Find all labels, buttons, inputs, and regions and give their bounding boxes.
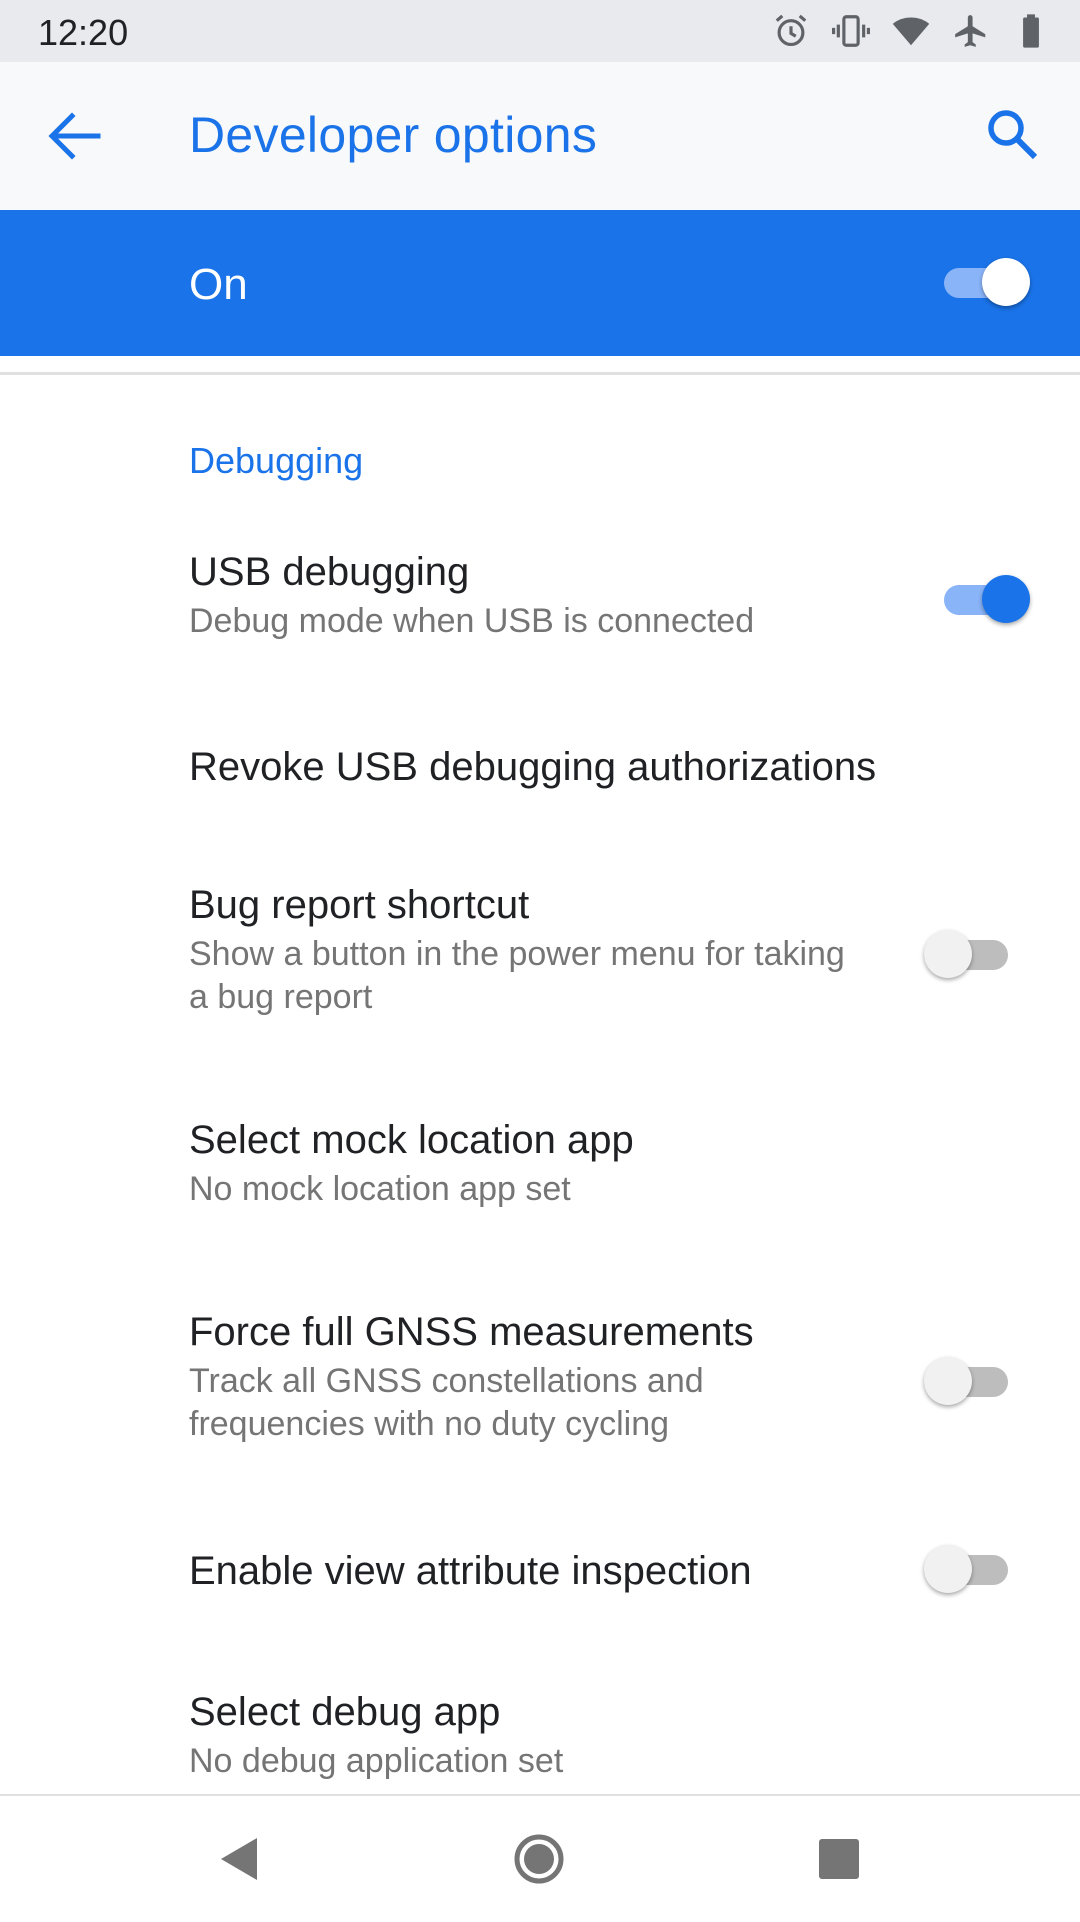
pref-select-debug-app[interactable]: Select debug app No debug application se… xyxy=(189,1688,909,1783)
status-icons xyxy=(772,12,1050,50)
nav-home-button[interactable] xyxy=(512,1832,566,1886)
arrow-back-icon xyxy=(48,112,101,160)
pref-summary: Track all GNSS constellations and freque… xyxy=(189,1362,704,1443)
pref-title: Revoke USB debugging authorizations xyxy=(189,745,877,789)
master-switch-toggle[interactable] xyxy=(944,256,1030,308)
pref-summary: Show a button in the power menu for taki… xyxy=(189,935,845,1016)
switch-thumb xyxy=(924,1357,972,1405)
master-switch-label: On xyxy=(189,260,248,309)
pref-title: Select mock location app xyxy=(189,1118,634,1162)
switch-thumb xyxy=(982,575,1030,623)
pref-bug-report-shortcut[interactable]: Bug report shortcut Show a button in the… xyxy=(189,881,909,1019)
switch-thumb xyxy=(924,930,972,978)
pref-force-full-gnss[interactable]: Force full GNSS measurements Track all G… xyxy=(189,1308,909,1446)
alarm-icon xyxy=(772,12,810,50)
pref-revoke-usb-authorizations[interactable]: Revoke USB debugging authorizations xyxy=(189,743,909,791)
bug-report-shortcut-switch[interactable] xyxy=(924,928,1010,980)
status-bar: 12:20 xyxy=(0,0,1080,62)
nav-back-icon xyxy=(221,1838,257,1880)
usb-debugging-switch[interactable] xyxy=(944,573,1030,625)
pref-title: Enable view attribute inspection xyxy=(189,1549,752,1593)
pref-view-attribute-inspection[interactable]: Enable view attribute inspection xyxy=(189,1547,909,1595)
page-title: Developer options xyxy=(189,107,598,163)
pref-summary: No debug application set xyxy=(189,1742,564,1780)
wifi-icon xyxy=(892,12,930,50)
divider xyxy=(0,372,1080,375)
pref-title: USB debugging xyxy=(189,550,470,594)
pref-title: Force full GNSS measurements xyxy=(189,1310,754,1354)
pref-title: Bug report shortcut xyxy=(189,883,530,927)
navigation-bar xyxy=(0,1794,1080,1922)
airplane-icon xyxy=(952,12,990,50)
pref-summary: Debug mode when USB is connected xyxy=(189,602,755,640)
view-attribute-inspection-switch[interactable] xyxy=(924,1543,1010,1595)
status-time: 12:20 xyxy=(38,12,129,53)
vibrate-icon xyxy=(832,12,870,50)
nav-recents-icon xyxy=(819,1839,859,1879)
master-switch-bar[interactable]: On xyxy=(0,210,1080,356)
pref-select-mock-location-app[interactable]: Select mock location app No mock locatio… xyxy=(189,1116,909,1211)
nav-back-button[interactable] xyxy=(211,1832,265,1886)
back-button[interactable] xyxy=(44,108,104,164)
section-header-debugging: Debugging xyxy=(189,440,364,481)
switch-thumb xyxy=(982,258,1030,306)
pref-summary: No mock location app set xyxy=(189,1170,571,1208)
battery-icon xyxy=(1012,12,1050,50)
switch-thumb xyxy=(924,1545,972,1593)
pref-title: Select debug app xyxy=(189,1690,501,1734)
nav-recents-button[interactable] xyxy=(812,1832,866,1886)
search-icon xyxy=(988,110,1038,160)
app-bar: Developer options xyxy=(0,62,1080,210)
nav-home-icon xyxy=(514,1834,564,1884)
force-full-gnss-switch[interactable] xyxy=(924,1355,1010,1407)
search-button[interactable] xyxy=(984,106,1044,166)
pref-usb-debugging[interactable]: USB debugging Debug mode when USB is con… xyxy=(189,548,909,643)
